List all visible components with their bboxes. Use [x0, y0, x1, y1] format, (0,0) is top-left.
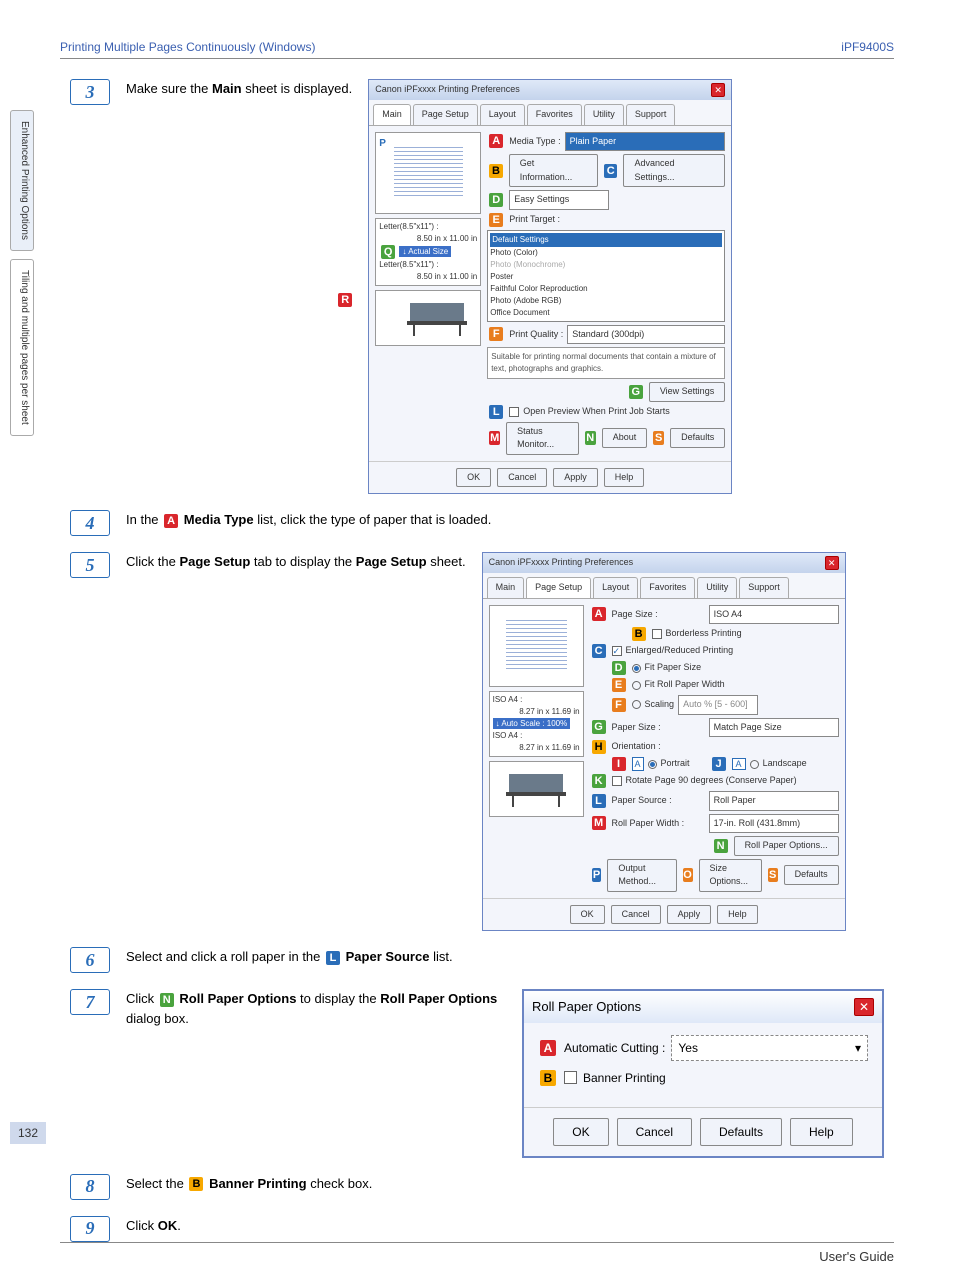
step-7: 7 Click N Roll Paper Options to display …	[70, 989, 894, 1158]
defaults-button[interactable]: Defaults	[670, 428, 725, 448]
step-7-num: 7	[70, 989, 110, 1015]
page-preview	[489, 605, 584, 687]
scaling-radio[interactable]	[632, 700, 641, 709]
roll-width-select[interactable]: 17-in. Roll (431.8mm)	[709, 814, 839, 834]
header-model: iPF9400S	[841, 40, 894, 54]
step-9-num: 9	[70, 1216, 110, 1242]
step-7-text: Click N Roll Paper Options to display th…	[126, 989, 506, 1028]
easy-settings-select[interactable]: Easy Settings	[509, 190, 609, 210]
page-header: Printing Multiple Pages Continuously (Wi…	[60, 40, 894, 59]
step-6: 6 Select and click a roll paper in the L…	[70, 947, 894, 973]
cancel-button[interactable]: Cancel	[617, 1118, 692, 1146]
cancel-button[interactable]: Cancel	[611, 905, 661, 925]
advanced-settings-button[interactable]: Advanced Settings...	[623, 154, 725, 187]
cancel-button[interactable]: Cancel	[497, 468, 547, 488]
ok-button[interactable]: OK	[553, 1118, 608, 1146]
step-8: 8 Select the B Banner Printing check box…	[70, 1174, 894, 1200]
close-icon[interactable]: ✕	[854, 998, 874, 1016]
status-monitor-button[interactable]: Status Monitor...	[506, 422, 579, 455]
paper-size-select[interactable]: Match Page Size	[709, 718, 839, 738]
step-8-num: 8	[70, 1174, 110, 1200]
print-quality-select[interactable]: Standard (300dpi)	[567, 325, 725, 345]
tab-main[interactable]: Main	[487, 577, 525, 598]
help-button[interactable]: Help	[717, 905, 758, 925]
step-9: 9 Click OK.	[70, 1216, 894, 1242]
printer-image: R	[375, 290, 481, 346]
step-3: 3 Make sure the Main sheet is displayed.…	[70, 79, 894, 494]
open-preview-checkbox[interactable]	[509, 407, 519, 417]
enlarge-checkbox[interactable]	[612, 646, 622, 656]
close-icon[interactable]: ✕	[711, 83, 725, 97]
ok-button[interactable]: OK	[570, 905, 605, 925]
banner-printing-label: Banner Printing	[583, 1069, 666, 1087]
tab-support[interactable]: Support	[739, 577, 789, 598]
defaults-button[interactable]: Defaults	[784, 865, 839, 885]
step-5-num: 5	[70, 552, 110, 578]
get-information-button[interactable]: Get Information...	[509, 154, 598, 187]
tab-page-setup[interactable]: Page Setup	[413, 104, 478, 125]
footer: User's Guide	[60, 1242, 894, 1264]
roll-paper-options-button[interactable]: Roll Paper Options...	[734, 836, 839, 856]
close-icon[interactable]: ✕	[825, 556, 839, 570]
main-sheet-dialog: Canon iPFxxxx Printing Preferences ✕ Mai…	[368, 79, 732, 494]
step-4-num: 4	[70, 510, 110, 536]
side-tab-2[interactable]: Tiling and multiple pages per sheet	[10, 259, 34, 436]
roll-paper-options-dialog: Roll Paper Options ✕ A Automatic Cutting…	[522, 989, 884, 1158]
page-preview: P	[375, 132, 481, 214]
size-readout-2: ISO A4 :8.27 in x 11.69 in ↓ Auto Scale …	[489, 691, 584, 757]
size-options-button[interactable]: Size Options...	[699, 859, 762, 892]
size-readout-1: Letter(8.5"x11") : 8.50 in x 11.00 in Q …	[375, 218, 481, 286]
ok-button[interactable]: OK	[456, 468, 491, 488]
apply-button[interactable]: Apply	[553, 468, 598, 488]
landscape-radio[interactable]	[750, 760, 759, 769]
header-section: Printing Multiple Pages Continuously (Wi…	[60, 40, 315, 54]
output-method-button[interactable]: Output Method...	[607, 859, 676, 892]
printer-image	[489, 761, 584, 817]
fit-roll-radio[interactable]	[632, 681, 641, 690]
tab-layout[interactable]: Layout	[593, 577, 638, 598]
tab-utility[interactable]: Utility	[584, 104, 624, 125]
tab-utility[interactable]: Utility	[697, 577, 737, 598]
quality-desc: Suitable for printing normal documents t…	[487, 347, 725, 379]
tab-support[interactable]: Support	[626, 104, 676, 125]
tab-layout[interactable]: Layout	[480, 104, 525, 125]
auto-cutting-label: Automatic Cutting :	[564, 1039, 665, 1057]
borderless-checkbox[interactable]	[652, 629, 662, 639]
step-3-num: 3	[70, 79, 110, 105]
step-5: 5 Click the Page Setup tab to display th…	[70, 552, 894, 931]
step-5-text: Click the Page Setup tab to display the …	[126, 552, 466, 572]
auto-cutting-select[interactable]: Yes▾	[671, 1035, 868, 1061]
side-tab-1[interactable]: Enhanced Printing Options	[10, 110, 34, 251]
print-target-list[interactable]: Default Settings Photo (Color) Photo (Mo…	[487, 230, 725, 322]
step-3-text: Make sure the Main sheet is displayed.	[126, 79, 352, 99]
dialog-title: Roll Paper Options ✕	[524, 991, 882, 1023]
dialog-tabs: Main Page Setup Layout Favorites Utility…	[369, 100, 731, 126]
help-button[interactable]: Help	[604, 468, 645, 488]
tab-favorites[interactable]: Favorites	[640, 577, 695, 598]
banner-printing-checkbox[interactable]	[564, 1071, 577, 1084]
apply-button[interactable]: Apply	[667, 905, 712, 925]
defaults-button[interactable]: Defaults	[700, 1118, 782, 1146]
portrait-radio[interactable]	[648, 760, 657, 769]
paper-source-select[interactable]: Roll Paper	[709, 791, 839, 811]
tab-main[interactable]: Main	[373, 104, 411, 125]
media-type-select[interactable]: Plain Paper	[565, 132, 726, 152]
page-size-select[interactable]: ISO A4	[709, 605, 839, 625]
dialog-titlebar: Canon iPFxxxx Printing Preferences ✕	[369, 80, 731, 100]
page-setup-dialog: Canon iPFxxxx Printing Preferences✕ Main…	[482, 552, 846, 931]
help-button[interactable]: Help	[790, 1118, 853, 1146]
about-button[interactable]: About	[602, 428, 648, 448]
chevron-down-icon: ▾	[855, 1039, 861, 1057]
side-tabs: Enhanced Printing Options Tiling and mul…	[10, 110, 34, 436]
step-6-num: 6	[70, 947, 110, 973]
rotate-checkbox[interactable]	[612, 776, 622, 786]
tab-favorites[interactable]: Favorites	[527, 104, 582, 125]
tab-page-setup[interactable]: Page Setup	[526, 577, 591, 598]
step-4: 4 In the A Media Type list, click the ty…	[70, 510, 894, 536]
page-number: 132	[10, 1122, 46, 1144]
view-settings-button[interactable]: View Settings	[649, 382, 725, 402]
fit-paper-radio[interactable]	[632, 664, 641, 673]
